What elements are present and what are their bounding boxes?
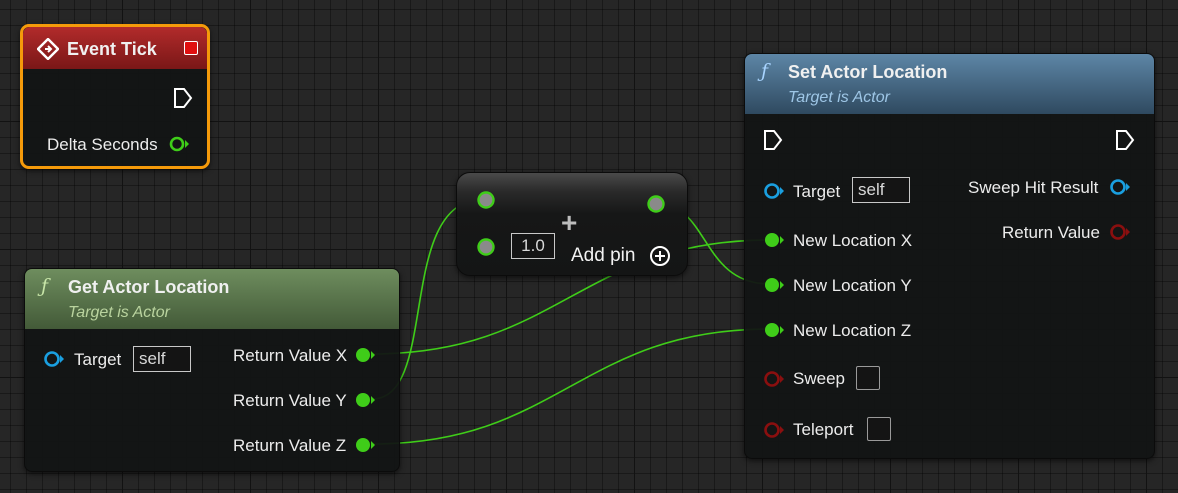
new-location-y-label: New Location Y xyxy=(793,276,912,295)
get-actor-location-subtitle: Target is Actor xyxy=(68,304,170,321)
add-node[interactable]: + 1.0 Add pin xyxy=(456,172,688,276)
teleport-input-pin[interactable] xyxy=(763,422,787,438)
stop-indicator-icon xyxy=(184,41,198,55)
event-tick-node[interactable]: Event Tick Delta Seconds xyxy=(20,24,210,169)
wire-return-z-to-new-location-z[interactable] xyxy=(371,328,771,445)
exec-input-pin[interactable] xyxy=(763,129,783,151)
new-location-x-label: New Location X xyxy=(793,231,913,250)
set-actor-location-node[interactable]: ƒ Set Actor Location Target is Actor Tar… xyxy=(744,53,1155,459)
exec-output-pin[interactable] xyxy=(1115,129,1135,151)
target-label: Target xyxy=(793,182,841,201)
add-input-b-value-field[interactable]: 1.0 xyxy=(511,233,555,259)
add-output-pin[interactable] xyxy=(647,195,665,213)
return-value-x-label: Return Value X xyxy=(233,346,348,365)
add-pin-plus-icon[interactable] xyxy=(649,245,671,267)
sweep-hit-result-label: Sweep Hit Result xyxy=(968,178,1099,197)
set-actor-location-title: Set Actor Location xyxy=(788,62,948,82)
target-label: Target xyxy=(74,350,122,369)
sweep-label: Sweep xyxy=(793,369,845,388)
target-input-pin[interactable] xyxy=(763,183,787,199)
return-value-label: Return Value xyxy=(1002,223,1100,242)
target-input-pin[interactable] xyxy=(43,351,67,367)
get-actor-location-node[interactable]: ƒ Get Actor Location Target is Actor Tar… xyxy=(24,268,400,472)
exec-output-pin[interactable] xyxy=(173,87,193,109)
return-value-pin[interactable] xyxy=(1109,224,1133,240)
delta-seconds-output-pin[interactable] xyxy=(169,136,191,152)
new-location-x-pin[interactable] xyxy=(763,232,787,248)
add-symbol: + xyxy=(561,207,578,238)
function-icon: ƒ xyxy=(761,60,769,82)
add-input-b-pin[interactable] xyxy=(477,238,495,256)
get-actor-location-title: Get Actor Location xyxy=(68,277,230,297)
delta-seconds-label: Delta Seconds xyxy=(47,135,158,154)
return-value-y-pin[interactable] xyxy=(355,392,377,408)
event-tick-title: Event Tick xyxy=(67,39,157,59)
event-diamond-icon xyxy=(37,38,59,60)
add-input-a-pin[interactable] xyxy=(477,191,495,209)
target-self-field[interactable]: self xyxy=(852,177,910,203)
new-location-z-label: New Location Z xyxy=(793,321,912,340)
function-icon: ƒ xyxy=(41,275,49,297)
return-value-z-pin[interactable] xyxy=(355,437,377,453)
set-actor-location-subtitle: Target is Actor xyxy=(788,89,890,106)
add-pin-label[interactable]: Add pin xyxy=(571,245,635,267)
sweep-hit-result-pin[interactable] xyxy=(1109,179,1133,195)
teleport-label: Teleport xyxy=(793,420,854,439)
new-location-y-pin[interactable] xyxy=(763,277,787,293)
return-value-z-label: Return Value Z xyxy=(233,436,347,455)
sweep-input-pin[interactable] xyxy=(763,371,787,387)
return-value-y-label: Return Value Y xyxy=(233,391,347,410)
new-location-z-pin[interactable] xyxy=(763,322,787,338)
sweep-checkbox[interactable] xyxy=(856,366,880,390)
target-self-field[interactable]: self xyxy=(133,346,191,372)
return-value-x-pin[interactable] xyxy=(355,347,377,363)
teleport-checkbox[interactable] xyxy=(867,417,891,441)
